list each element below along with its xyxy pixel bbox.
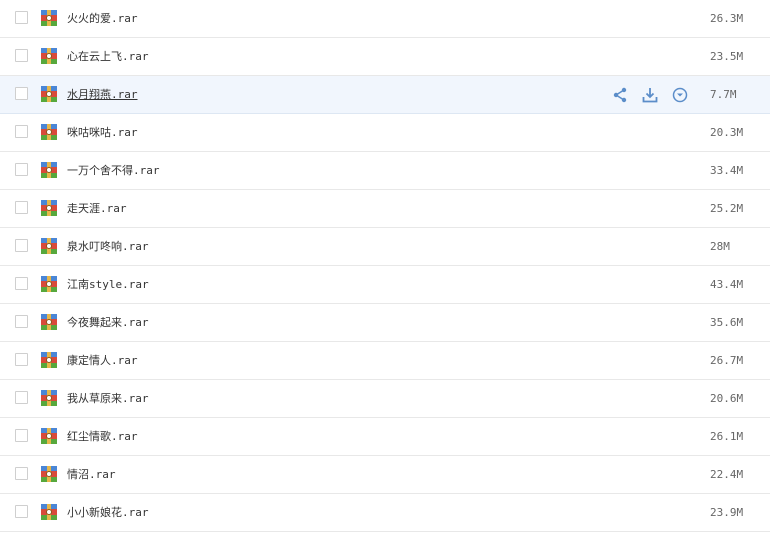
rar-archive-icon (41, 390, 57, 406)
file-name-link[interactable]: 红尘情歌.rar (67, 418, 138, 455)
rar-archive-icon (41, 10, 57, 26)
row-checkbox[interactable] (15, 125, 28, 138)
rar-archive-icon (41, 352, 57, 368)
file-size: 7.7M (710, 88, 737, 101)
file-name-link[interactable]: 水月翔燕.rar (67, 76, 138, 113)
row-checkbox[interactable] (15, 391, 28, 404)
file-name-link[interactable]: 今夜舞起来.rar (67, 304, 149, 341)
file-size: 25.2M (710, 202, 744, 215)
file-size: 23.5M (710, 50, 744, 63)
file-row[interactable]: 情沼.rar 22.4M (0, 456, 770, 494)
download-icon (642, 88, 658, 103)
file-row[interactable]: 江南style.rar 43.4M (0, 266, 770, 304)
rar-archive-icon (41, 162, 57, 178)
file-list: 火火的爱.rar 26.3M 心在云上飞.rar 23.5M 水月翔燕.rar (0, 0, 770, 532)
file-size: 33.4M (710, 164, 744, 177)
rar-archive-icon (41, 48, 57, 64)
file-name-link[interactable]: 小小新娘花.rar (67, 494, 149, 531)
rar-archive-icon (41, 238, 57, 254)
more-dropdown-button[interactable] (670, 85, 690, 105)
file-row[interactable]: 咪咕咪咕.rar 20.3M (0, 114, 770, 152)
file-name-link[interactable]: 一万个舍不得.rar (67, 152, 160, 189)
file-row[interactable]: 走天涯.rar 25.2M (0, 190, 770, 228)
rar-archive-icon (41, 86, 57, 102)
file-row[interactable]: 泉水叮咚响.rar 28M (0, 228, 770, 266)
file-row-hovered[interactable]: 水月翔燕.rar 7.7M (0, 76, 770, 114)
rar-archive-icon (41, 276, 57, 292)
file-row[interactable]: 火火的爱.rar 26.3M (0, 0, 770, 38)
file-name-link[interactable]: 泉水叮咚响.rar (67, 228, 149, 265)
file-size: 26.1M (710, 430, 744, 443)
file-size: 20.6M (710, 392, 744, 405)
file-name-link[interactable]: 火火的爱.rar (67, 0, 138, 37)
file-size: 20.3M (710, 126, 744, 139)
row-checkbox[interactable] (15, 49, 28, 62)
file-row[interactable]: 红尘情歌.rar 26.1M (0, 418, 770, 456)
row-checkbox[interactable] (15, 505, 28, 518)
row-checkbox[interactable] (15, 277, 28, 290)
row-checkbox[interactable] (15, 315, 28, 328)
file-name-link[interactable]: 康定情人.rar (67, 342, 138, 379)
rar-archive-icon (41, 466, 57, 482)
download-button[interactable] (640, 85, 660, 105)
file-row[interactable]: 小小新娘花.rar 23.9M (0, 494, 770, 532)
file-size: 22.4M (710, 468, 744, 481)
row-checkbox[interactable] (15, 429, 28, 442)
file-size: 43.4M (710, 278, 744, 291)
file-size: 28M (710, 240, 730, 253)
file-name-link[interactable]: 心在云上飞.rar (67, 38, 149, 75)
row-checkbox[interactable] (15, 11, 28, 24)
rar-archive-icon (41, 200, 57, 216)
row-checkbox[interactable] (15, 239, 28, 252)
file-row[interactable]: 今夜舞起来.rar 35.6M (0, 304, 770, 342)
file-name-link[interactable]: 我从草原来.rar (67, 380, 149, 417)
rar-archive-icon (41, 428, 57, 444)
file-row[interactable]: 一万个舍不得.rar 33.4M (0, 152, 770, 190)
file-size: 26.3M (710, 12, 744, 25)
row-actions (610, 85, 690, 105)
share-button[interactable] (610, 85, 630, 105)
rar-archive-icon (41, 124, 57, 140)
share-icon (613, 87, 627, 103)
row-checkbox[interactable] (15, 163, 28, 176)
file-row[interactable]: 康定情人.rar 26.7M (0, 342, 770, 380)
row-checkbox[interactable] (15, 201, 28, 214)
row-checkbox[interactable] (15, 353, 28, 366)
file-row[interactable]: 我从草原来.rar 20.6M (0, 380, 770, 418)
file-name-link[interactable]: 情沼.rar (67, 456, 116, 493)
file-name-link[interactable]: 走天涯.rar (67, 190, 127, 227)
rar-archive-icon (41, 314, 57, 330)
row-checkbox[interactable] (15, 87, 28, 100)
file-size: 35.6M (710, 316, 744, 329)
file-size: 23.9M (710, 506, 744, 519)
row-checkbox[interactable] (15, 467, 28, 480)
file-row[interactable]: 心在云上飞.rar 23.5M (0, 38, 770, 76)
file-size: 26.7M (710, 354, 744, 367)
rar-archive-icon (41, 504, 57, 520)
more-dropdown-icon (672, 87, 688, 103)
file-name-link[interactable]: 咪咕咪咕.rar (67, 114, 138, 151)
file-name-link[interactable]: 江南style.rar (67, 266, 149, 303)
